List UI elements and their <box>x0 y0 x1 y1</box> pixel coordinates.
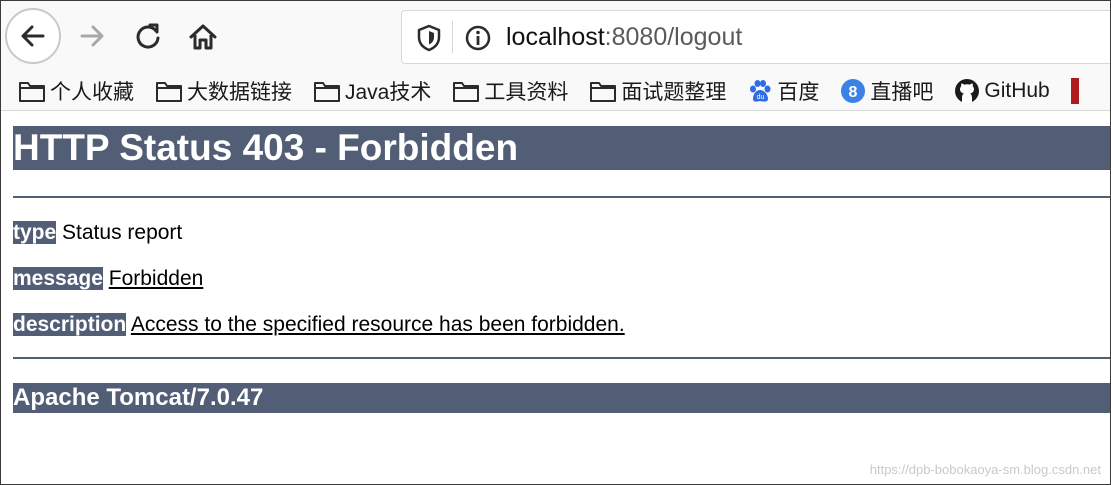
type-value: Status report <box>62 221 183 244</box>
zhibo8-icon: 8 <box>840 78 866 104</box>
bookmark-label: GitHub <box>984 79 1050 102</box>
url-host: localhost <box>506 23 605 51</box>
description-value: Access to the specified resource has bee… <box>130 313 625 336</box>
folder-icon <box>452 79 480 103</box>
message-value: Forbidden <box>108 267 204 290</box>
bookmark-baidu[interactable]: du 百度 <box>747 74 819 108</box>
home-icon <box>189 24 217 50</box>
tracking-protection-shield-icon[interactable] <box>416 24 442 57</box>
bookmark-label: 面试题整理 <box>621 81 727 104</box>
bookmark-label: 百度 <box>777 81 820 104</box>
bookmark-folder-tools[interactable]: 工具资料 <box>452 74 568 108</box>
message-label: message <box>13 267 103 290</box>
description-label: description <box>13 313 127 336</box>
message-row: message Forbidden <box>13 266 203 292</box>
url-path: :8080/logout <box>604 23 743 51</box>
server-info: Apache Tomcat/7.0.47 <box>13 383 1111 413</box>
reload-icon <box>136 23 160 49</box>
bookmark-folder-java[interactable]: Java技术 <box>313 74 431 108</box>
bookmark-overflow-partial-icon[interactable] <box>1070 78 1079 104</box>
type-row: type Status report <box>13 220 182 246</box>
folder-icon <box>155 79 183 103</box>
description-row: description Access to the specified reso… <box>13 312 625 338</box>
address-bar[interactable]: localhost:8080/logout <box>401 10 1111 64</box>
arrow-left-icon <box>21 25 45 47</box>
baidu-paw-icon: du <box>747 78 773 104</box>
type-label: type <box>13 221 57 244</box>
site-info-icon[interactable] <box>464 24 492 57</box>
back-button[interactable] <box>5 8 61 64</box>
folder-icon <box>313 79 341 103</box>
folder-icon <box>18 79 46 103</box>
bookmark-label: 直播吧 <box>870 81 934 104</box>
folder-icon <box>589 79 617 103</box>
page-title: HTTP Status 403 - Forbidden <box>13 126 1111 170</box>
bookmark-label: Java技术 <box>345 81 432 104</box>
arrow-right-icon <box>80 25 104 47</box>
home-button[interactable] <box>184 18 222 56</box>
bookmark-label: 大数据链接 <box>187 81 292 104</box>
bookmarks-toolbar: 个人收藏 大数据链接 Java技术 工具资料 面试题整理 du 百度 8 直播吧… <box>0 72 1111 111</box>
github-icon <box>954 78 980 104</box>
divider <box>13 357 1111 359</box>
bookmark-zhibo8[interactable]: 8 直播吧 <box>840 74 933 108</box>
divider <box>13 196 1111 198</box>
reload-button[interactable] <box>130 18 166 54</box>
address-bar-divider <box>452 21 453 53</box>
bookmark-github[interactable]: GitHub <box>954 74 1050 108</box>
svg-text:8: 8 <box>849 84 858 101</box>
bookmark-folder-personal[interactable]: 个人收藏 <box>18 74 134 108</box>
bookmark-folder-bigdata[interactable]: 大数据链接 <box>155 74 292 108</box>
bookmark-label: 个人收藏 <box>50 81 134 104</box>
url-text[interactable]: localhost:8080/logout <box>506 21 742 53</box>
bookmark-label: 工具资料 <box>484 81 569 104</box>
svg-text:du: du <box>757 94 765 101</box>
watermark: https://dpb-bobokaoya-sm.blog.csdn.net <box>869 462 1101 477</box>
navigation-toolbar: localhost:8080/logout <box>0 0 1111 72</box>
bookmark-folder-interview[interactable]: 面试题整理 <box>589 74 726 108</box>
forward-button[interactable] <box>74 18 110 54</box>
